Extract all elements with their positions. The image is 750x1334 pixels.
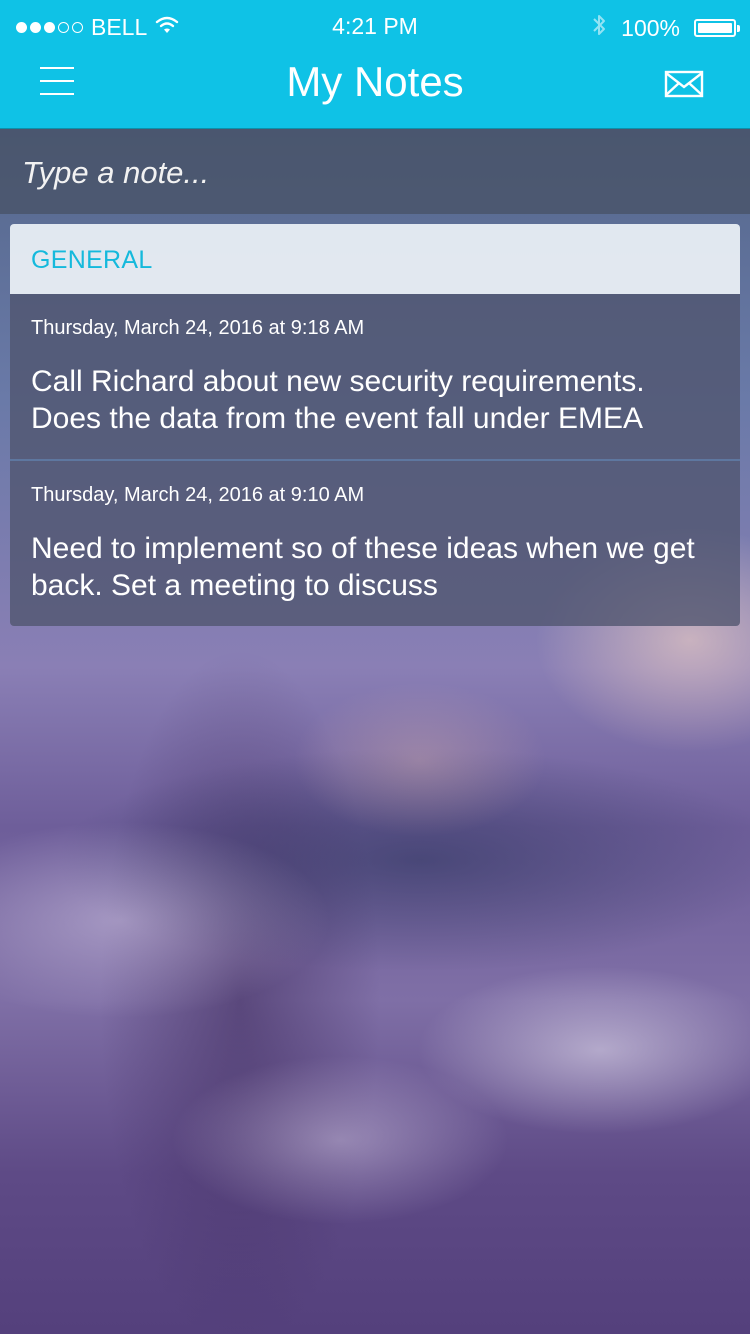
note-text: Call Richard about new security requirem… bbox=[31, 365, 645, 435]
battery-level bbox=[698, 23, 732, 33]
mail-icon bbox=[664, 70, 704, 98]
page-title: My Notes bbox=[286, 58, 464, 105]
navigation-bar: My Notes bbox=[0, 54, 750, 129]
status-bar: BELL 4:21 PM 100% bbox=[0, 0, 750, 54]
note-date: Thursday, March 24, 2016 at 9:10 AM bbox=[31, 484, 365, 506]
battery-icon bbox=[694, 19, 740, 37]
status-bar-right: 100% bbox=[591, 12, 740, 44]
battery-percent: 100% bbox=[621, 14, 680, 41]
note-input-bar bbox=[0, 129, 750, 216]
bluetooth-icon bbox=[591, 12, 607, 44]
battery-tip bbox=[737, 25, 740, 32]
note-date: Thursday, March 24, 2016 at 9:18 AM bbox=[31, 317, 365, 339]
note-item[interactable]: Thursday, March 24, 2016 at 9:10 AM Need… bbox=[10, 459, 740, 626]
category-label: GENERAL bbox=[31, 246, 153, 274]
category-header[interactable]: GENERAL bbox=[10, 224, 740, 294]
category-card: GENERAL Thursday, March 24, 2016 at 9:18… bbox=[10, 224, 740, 626]
note-text: Need to implement so of these ideas when… bbox=[31, 532, 695, 602]
note-input[interactable] bbox=[20, 129, 724, 216]
mail-button[interactable] bbox=[664, 70, 706, 100]
note-item[interactable]: Thursday, March 24, 2016 at 9:18 AM Call… bbox=[10, 294, 740, 459]
